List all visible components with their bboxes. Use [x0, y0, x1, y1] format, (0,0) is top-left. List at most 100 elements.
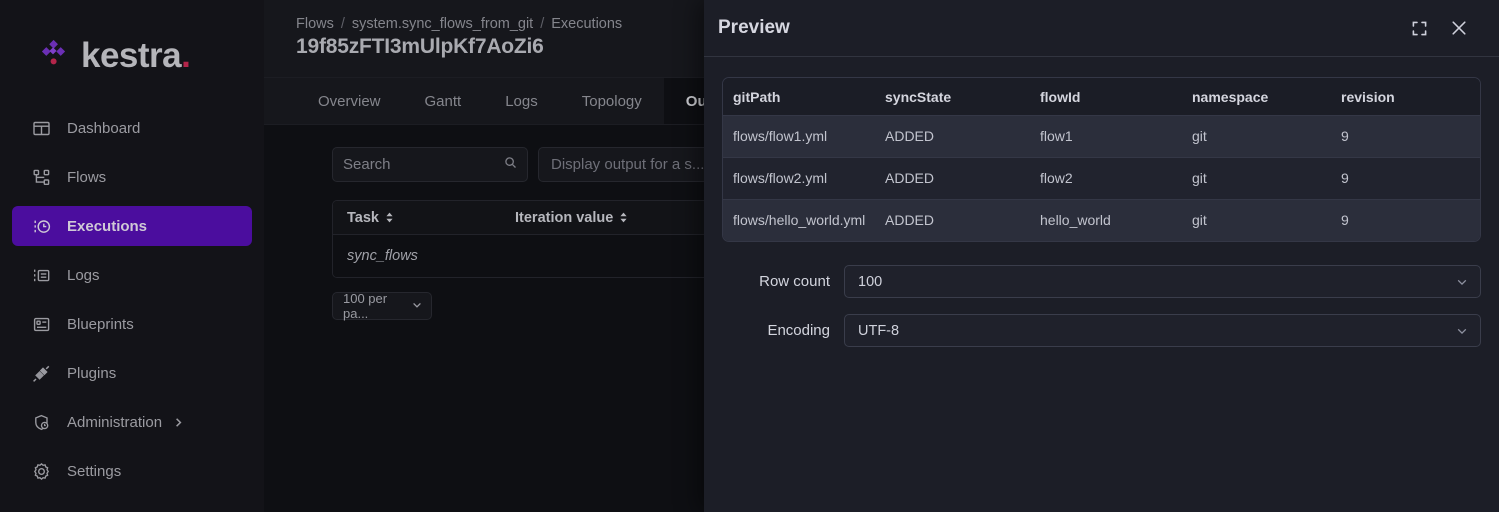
preview-header: Preview	[704, 0, 1499, 57]
cell-revision: 9	[1331, 116, 1480, 157]
breadcrumb-separator: /	[540, 16, 544, 32]
column-header-task[interactable]: Task	[347, 210, 515, 226]
cell-syncstate: ADDED	[875, 116, 1030, 157]
search-placeholder: Search	[343, 156, 504, 173]
plugins-plug-icon	[31, 363, 51, 383]
tab-logs[interactable]: Logs	[483, 78, 560, 124]
table-row[interactable]: sync_flows	[333, 235, 751, 277]
column-label: Task	[347, 210, 379, 226]
preview-body: gitPath syncState flowId namespace revis…	[704, 57, 1499, 512]
chevron-down-icon	[1455, 275, 1469, 289]
logo-text: kestra.	[81, 38, 190, 73]
sidebar-item-logs[interactable]: Logs	[12, 255, 252, 295]
search-icon	[504, 156, 517, 173]
sidebar-item-administration[interactable]: Administration	[12, 402, 252, 442]
fullscreen-icon[interactable]	[1408, 17, 1430, 39]
sidebar-item-label: Logs	[67, 267, 100, 284]
encoding-value: UTF-8	[858, 323, 899, 339]
sidebar-item-label: Plugins	[67, 365, 116, 382]
cell-namespace: git	[1182, 200, 1331, 241]
encoding-field: Encoding UTF-8	[722, 314, 1481, 347]
cell-namespace: git	[1182, 158, 1331, 199]
sidebar-item-label: Administration	[67, 414, 162, 431]
per-page-select[interactable]: 100 per pa...	[332, 292, 432, 320]
sidebar-item-label: Dashboard	[67, 120, 140, 137]
cell-revision: 9	[1331, 158, 1480, 199]
preview-column-flowid: flowId	[1030, 89, 1182, 105]
cell-gitpath: flows/flow2.yml	[723, 158, 875, 199]
flows-icon	[31, 167, 51, 187]
sidebar-item-settings[interactable]: Settings	[12, 451, 252, 491]
search-input[interactable]: Search	[332, 147, 528, 182]
sort-icon[interactable]	[619, 212, 628, 223]
breadcrumb-item-executions[interactable]: Executions	[551, 16, 622, 32]
encoding-select[interactable]: UTF-8	[844, 314, 1481, 347]
administration-shield-icon	[31, 412, 51, 432]
preview-header-actions	[1408, 17, 1470, 39]
cell-flowid: hello_world	[1030, 200, 1182, 241]
outputs-table-header: Task Iteration value	[333, 201, 751, 235]
blueprints-icon	[31, 314, 51, 334]
logo-dot: .	[181, 36, 190, 75]
cell-syncstate: ADDED	[875, 158, 1030, 199]
sidebar-item-dashboard[interactable]: Dashboard	[12, 108, 252, 148]
row-count-select[interactable]: 100	[844, 265, 1481, 298]
sidebar-item-label: Executions	[67, 218, 147, 235]
tab-gantt[interactable]: Gantt	[403, 78, 484, 124]
table-row: flows/hello_world.yml ADDED hello_world …	[723, 200, 1480, 241]
sidebar-item-label: Blueprints	[67, 316, 134, 333]
breadcrumb-item-namespace[interactable]: system.sync_flows_from_git	[352, 16, 533, 32]
sidebar-item-blueprints[interactable]: Blueprints	[12, 304, 252, 344]
preview-table-header: gitPath syncState flowId namespace revis…	[723, 78, 1480, 116]
task-output-select-value: Display output for a s...	[551, 156, 704, 173]
column-label: Iteration value	[515, 210, 613, 226]
dashboard-icon	[31, 118, 51, 138]
sidebar-item-label: Settings	[67, 463, 121, 480]
preview-column-gitpath: gitPath	[723, 89, 875, 105]
cell-flowid: flow2	[1030, 158, 1182, 199]
preview-column-syncstate: syncState	[875, 89, 1030, 105]
logo[interactable]: kestra.	[0, 0, 264, 108]
row-count-value: 100	[858, 274, 882, 290]
table-row: flows/flow1.yml ADDED flow1 git 9	[723, 116, 1480, 158]
preview-panel: Preview	[704, 0, 1499, 512]
table-row: flows/flow2.yml ADDED flow2 git 9	[723, 158, 1480, 200]
sidebar: kestra. Dashboard	[0, 0, 264, 512]
logs-icon	[31, 265, 51, 285]
cell-syncstate: ADDED	[875, 200, 1030, 241]
cell-gitpath: flows/hello_world.yml	[723, 200, 875, 241]
tab-topology[interactable]: Topology	[560, 78, 664, 124]
chevron-down-icon	[411, 299, 423, 314]
executions-clock-icon	[31, 216, 51, 236]
cell-namespace: git	[1182, 116, 1331, 157]
close-icon[interactable]	[1448, 17, 1470, 39]
cell-gitpath: flows/flow1.yml	[723, 116, 875, 157]
sidebar-item-plugins[interactable]: Plugins	[12, 353, 252, 393]
preview-data-table: gitPath syncState flowId namespace revis…	[722, 77, 1481, 242]
tab-overview[interactable]: Overview	[296, 78, 403, 124]
column-header-iteration-value[interactable]: Iteration value	[515, 210, 628, 226]
sidebar-item-label: Flows	[67, 169, 106, 186]
chevron-right-icon[interactable]	[172, 416, 185, 429]
kestra-logo-mark	[38, 37, 72, 71]
cell-revision: 9	[1331, 200, 1480, 241]
sidebar-item-flows[interactable]: Flows	[12, 157, 252, 197]
per-page-label: 100 per pa...	[343, 291, 411, 321]
preview-title: Preview	[718, 17, 1408, 39]
settings-gear-icon	[31, 461, 51, 481]
outputs-table: Task Iteration value sync_flows	[332, 200, 752, 278]
sidebar-item-executions[interactable]: Executions	[12, 206, 252, 246]
row-count-label: Row count	[722, 273, 844, 290]
app-root: kestra. Dashboard	[0, 0, 1499, 512]
encoding-label: Encoding	[722, 322, 844, 339]
cell-flowid: flow1	[1030, 116, 1182, 157]
chevron-down-icon	[1455, 324, 1469, 338]
breadcrumb-separator: /	[341, 16, 345, 32]
sort-icon[interactable]	[385, 212, 394, 223]
cell-task: sync_flows	[347, 248, 515, 264]
preview-column-revision: revision	[1331, 89, 1480, 105]
preview-column-namespace: namespace	[1182, 89, 1331, 105]
row-count-field: Row count 100	[722, 265, 1481, 298]
sidebar-nav: Dashboard Flows	[0, 108, 264, 491]
breadcrumb-item-flows[interactable]: Flows	[296, 16, 334, 32]
